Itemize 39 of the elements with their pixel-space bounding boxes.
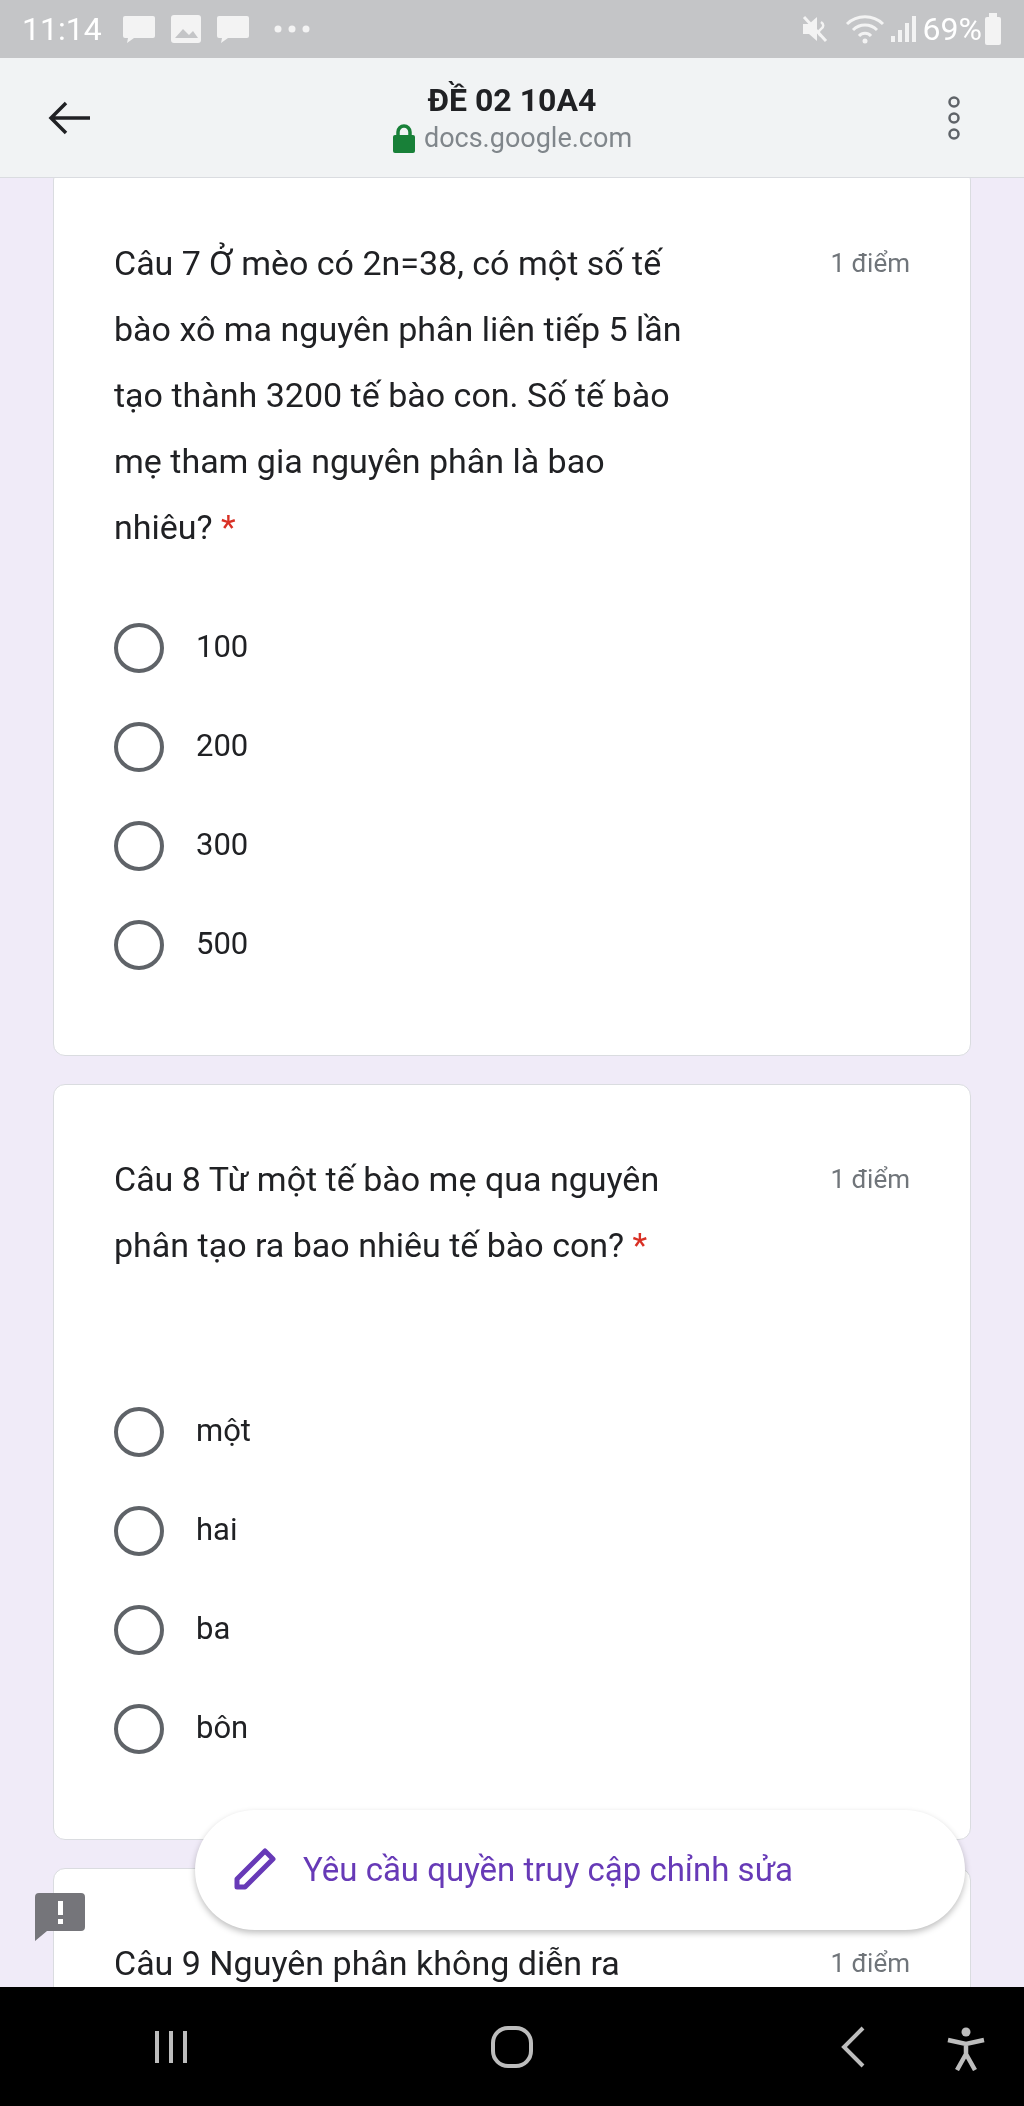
request-edit-access-button[interactable]: Yêu cầu quyền truy cập chỉnh sửa [195,1810,965,1930]
feedback-icon[interactable] [35,1893,85,1941]
more-options-icon [947,94,961,141]
radio-option[interactable]: một [114,1382,910,1481]
battery-percentage: 69% [922,9,982,50]
radio-option[interactable]: 100 [114,598,910,697]
radio-option[interactable]: 500 [114,895,910,994]
chat-app-icon [121,14,156,44]
radio-button[interactable] [114,1604,164,1655]
chat-app-icon [215,14,250,44]
radio-option[interactable]: 200 [114,697,910,796]
radio-button[interactable] [114,622,164,673]
radio-button[interactable] [114,919,164,970]
radio-option[interactable]: bôn [114,1679,910,1778]
question-text: Câu 8 Từ một tế bào mẹ qua nguyên phân tạo ra bao nhiêu tế bào con? * [114,1158,661,1267]
radio-button[interactable] [114,1406,164,1457]
points-label: 1 điểm [830,1163,910,1196]
wifi-icon [844,14,885,44]
radio-option[interactable]: 300 [114,796,910,895]
lock-icon [391,122,416,153]
radio-button[interactable] [114,1703,164,1754]
home-icon[interactable] [490,2024,534,2069]
page-url: docs.google.com [423,120,633,156]
points-label: 1 điểm [830,247,910,280]
image-icon [169,14,202,44]
points-label: 1 điểm [830,1947,910,1980]
more-icon [273,25,310,33]
clock: 11:14 [22,9,102,50]
signal-icon [888,14,917,44]
question-text: Câu 9 Nguyên phân không diễn ra [114,1942,621,1985]
radio-option[interactable]: hai [114,1481,910,1580]
radio-option[interactable]: ba [114,1580,910,1679]
radio-button[interactable] [114,721,164,772]
battery-icon [984,13,1002,45]
accessibility-icon[interactable] [946,2027,986,2071]
question-text: Câu 7 Ở mèo có 2n=38, có một số tế bào xô ma nguyên phân liên tiếp 5 lần tạo thành 3200 tế bào con. Số tế bào mẹ tham gia nguyên phân là bao nhiêu? * [114,241,683,549]
radio-button[interactable] [114,820,164,871]
page-title: ĐỀ 02 10A4 [427,79,597,120]
radio-button[interactable] [114,1505,164,1556]
